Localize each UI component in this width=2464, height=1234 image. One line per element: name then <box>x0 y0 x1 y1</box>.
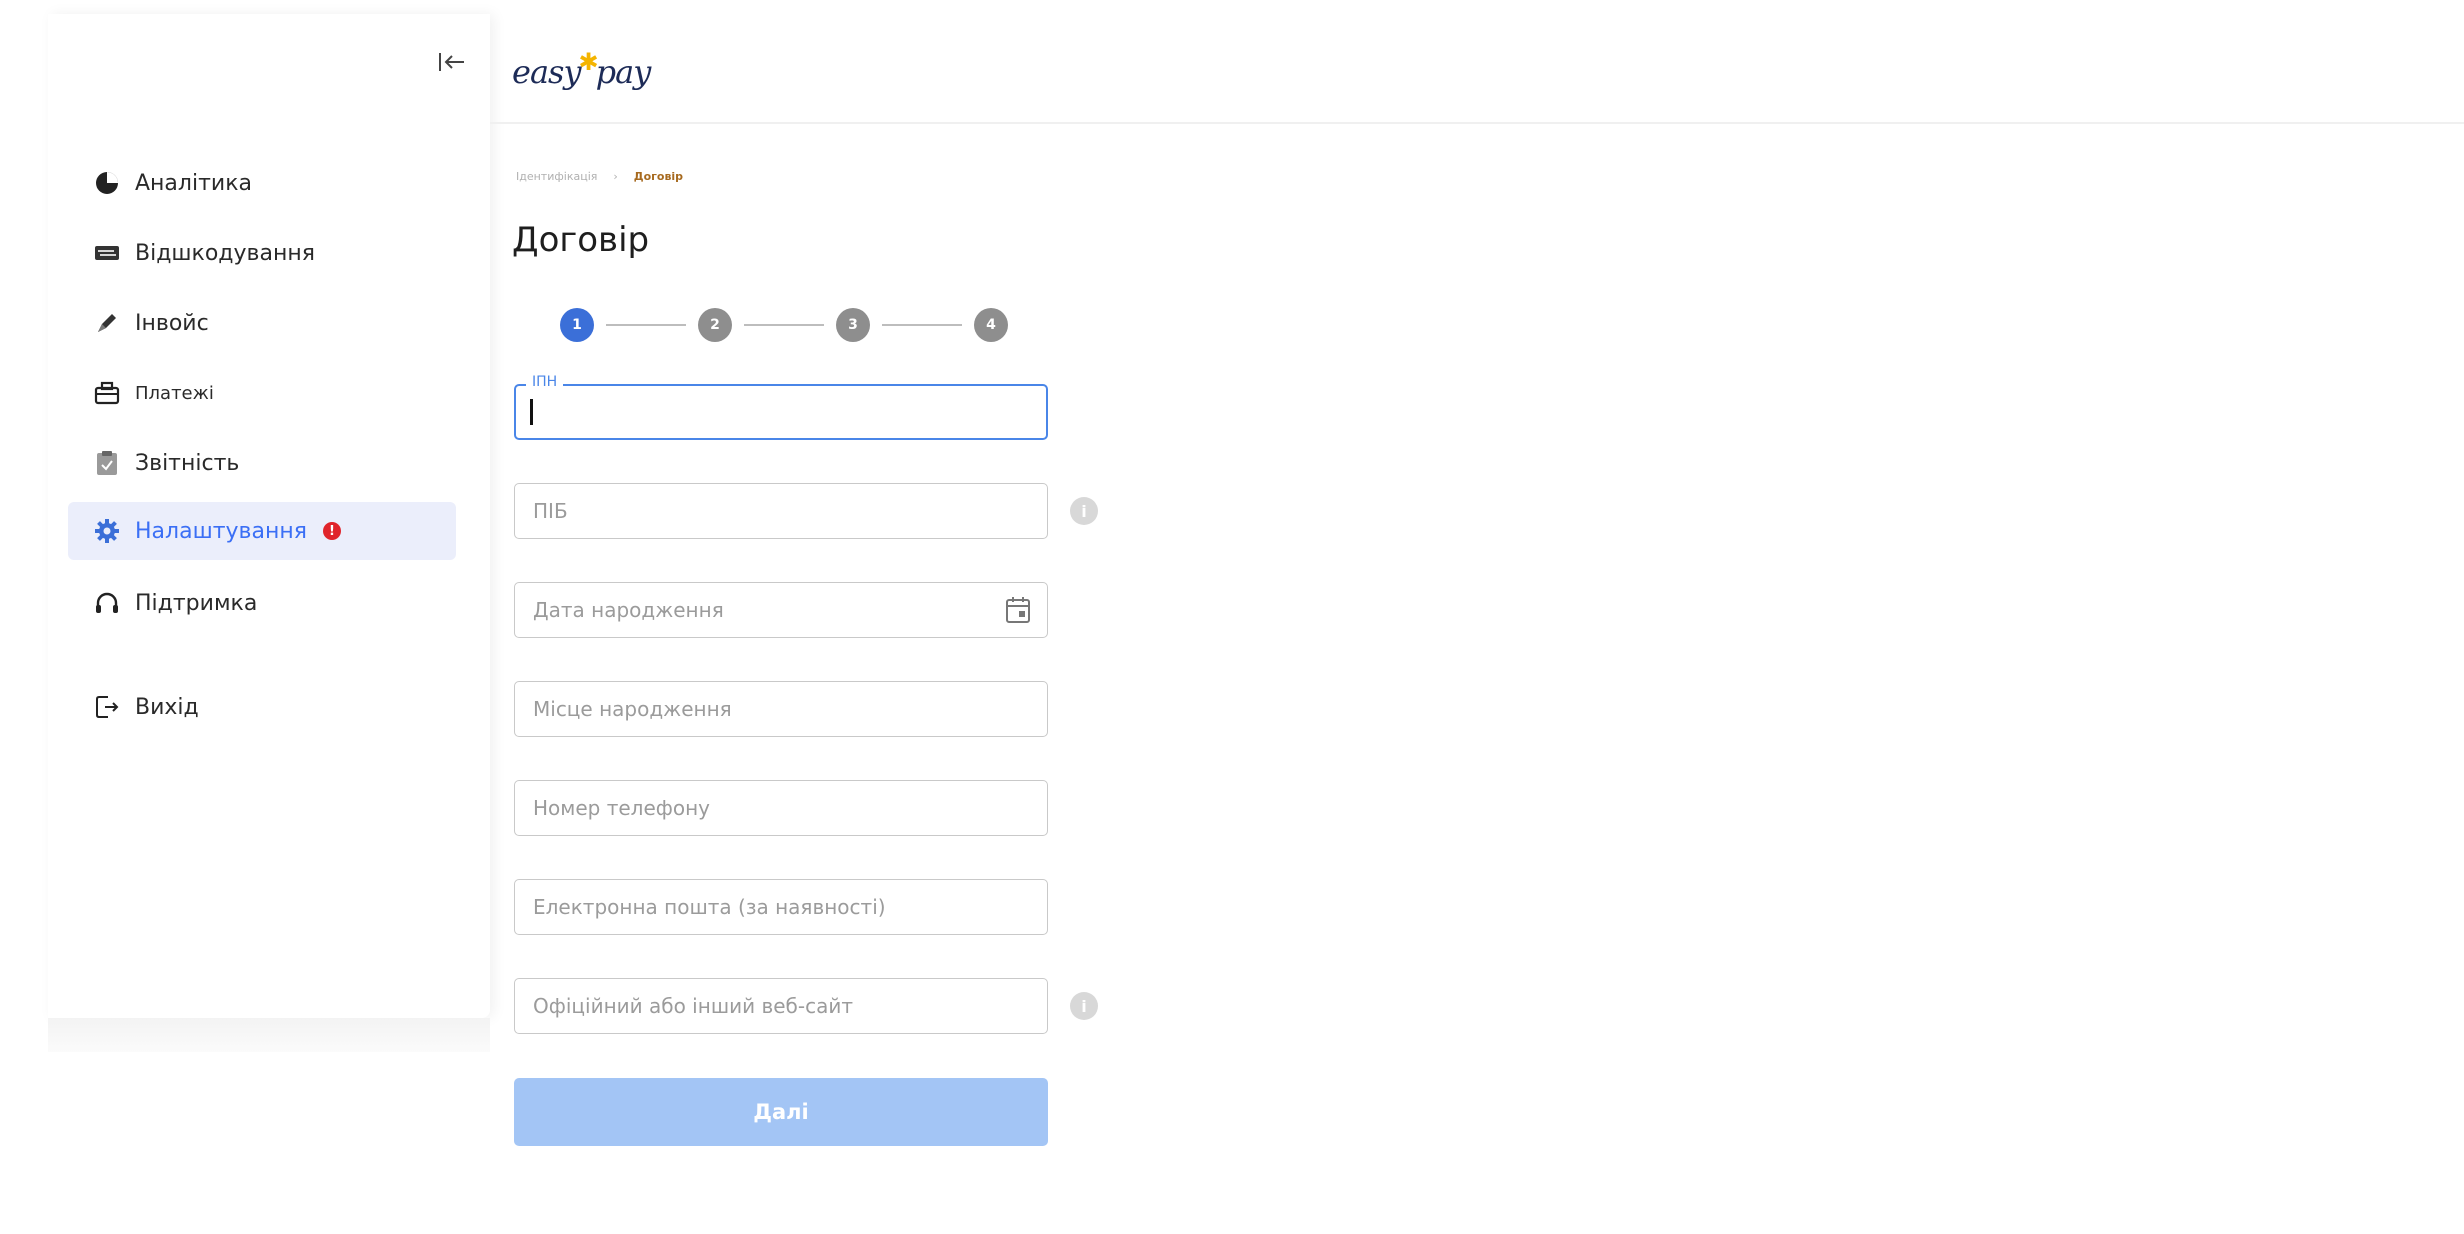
logo-text-left: easy <box>512 53 582 91</box>
step-2: 2 <box>698 308 732 342</box>
step-3: 3 <box>836 308 870 342</box>
full-name-field[interactable]: ПІБ <box>514 483 1048 539</box>
phone-field[interactable]: Номер телефону <box>514 780 1048 836</box>
info-icon[interactable]: i <box>1070 497 1098 525</box>
logo-star-icon: ✱ <box>578 48 599 76</box>
email-placeholder: Електронна пошта (за наявності) <box>533 895 886 919</box>
step-connector <box>744 324 824 326</box>
header-divider <box>490 122 2464 124</box>
stepper: 1 2 3 4 <box>560 308 1008 342</box>
sidebar-item-label: Вихід <box>135 694 199 720</box>
step-connector <box>882 324 962 326</box>
easypay-logo[interactable]: easy ✱ pay <box>512 40 712 104</box>
pen-icon <box>93 309 121 337</box>
sidebar-item-refunds[interactable]: Відшкодування <box>68 224 456 282</box>
calendar-icon[interactable] <box>1005 596 1031 624</box>
alert-icon: ! <box>322 522 341 540</box>
collapse-left-icon <box>439 53 464 71</box>
sidebar-item-label: Звітність <box>135 450 240 476</box>
briefcase-icon <box>93 379 121 407</box>
sidebar-item-logout[interactable]: Вихід <box>68 678 456 736</box>
logo-text-right: pay <box>595 53 652 91</box>
page-title: Договір <box>512 220 650 260</box>
sidebar-item-analytics[interactable]: Аналітика <box>68 154 456 212</box>
breadcrumb-item-current: Договір <box>633 170 684 183</box>
step-connector <box>606 324 686 326</box>
sidebar-item-support[interactable]: Підтримка <box>68 574 456 632</box>
text-caret <box>530 399 533 425</box>
sidebar-item-label: Інвойс <box>135 310 209 336</box>
email-field[interactable]: Електронна пошта (за наявності) <box>514 879 1048 935</box>
sidebar-item-label: Платежі <box>135 382 214 404</box>
step-1: 1 <box>560 308 594 342</box>
birth-date-placeholder: Дата народження <box>533 598 724 622</box>
app-page: Аналітика Відшкодування Інвойс Платежі З… <box>0 0 2464 1234</box>
sidebar-item-payments[interactable]: Платежі <box>68 364 456 422</box>
phone-placeholder: Номер телефону <box>533 796 711 820</box>
sidebar-item-reports[interactable]: Звітність <box>68 434 456 492</box>
sidebar-item-label: Підтримка <box>135 590 258 616</box>
sidebar-item-label: Аналітика <box>135 170 252 196</box>
breadcrumb: Ідентифікація › Договір <box>516 170 683 183</box>
transfer-icon <box>93 239 121 267</box>
sidebar-item-label: Відшкодування <box>135 240 315 266</box>
breadcrumb-item-identification[interactable]: Ідентифікація <box>516 170 597 183</box>
collapse-sidebar-button[interactable] <box>432 44 472 80</box>
birth-place-field[interactable]: Місце народження <box>514 681 1048 737</box>
website-placeholder: Офіційний або інший веб-сайт <box>533 994 854 1018</box>
website-field[interactable]: Офіційний або інший веб-сайт <box>514 978 1048 1034</box>
clipboard-check-icon <box>93 449 121 477</box>
next-button[interactable]: Далі <box>514 1078 1048 1146</box>
sidebar-bottom-strip <box>48 1018 490 1052</box>
info-icon[interactable]: i <box>1070 992 1098 1020</box>
gear-icon <box>93 517 121 545</box>
logout-icon <box>93 693 121 721</box>
birth-place-placeholder: Місце народження <box>533 697 732 721</box>
ipn-field[interactable]: ІПН <box>514 374 1048 440</box>
sidebar-item-settings[interactable]: Налаштування ! <box>68 502 456 560</box>
step-4: 4 <box>974 308 1008 342</box>
headset-icon <box>93 589 121 617</box>
full-name-placeholder: ПІБ <box>533 499 568 523</box>
birth-date-field[interactable]: Дата народження <box>514 582 1048 638</box>
pie-chart-icon <box>93 169 121 197</box>
sidebar-item-label: Налаштування <box>135 518 307 544</box>
breadcrumb-separator-icon: › <box>613 170 618 183</box>
sidebar-item-invoice[interactable]: Інвойс <box>68 294 456 352</box>
ipn-field-label: ІПН <box>526 374 564 390</box>
